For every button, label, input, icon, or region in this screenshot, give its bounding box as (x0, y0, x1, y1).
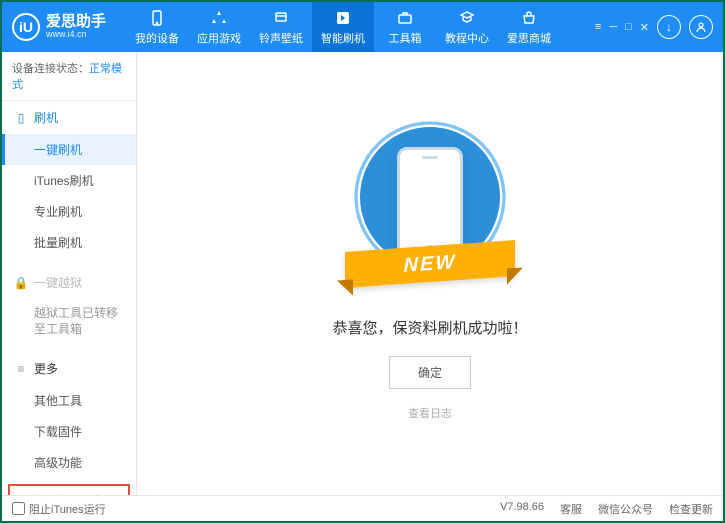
sidebar-item-oneclick-flash[interactable]: 一键刷机 (2, 134, 136, 165)
sidebar-section-flash[interactable]: ▯ 刷机 (2, 101, 136, 134)
connection-status: 设备连接状态：正常模式 (2, 52, 136, 101)
main-content: NEW 恭喜您，保资料刷机成功啦！ 确定 查看日志 (137, 52, 723, 495)
logo-icon: iU (12, 13, 40, 41)
toolbox-icon (396, 9, 414, 27)
nav-flash[interactable]: 智能刷机 (312, 2, 374, 52)
nav-toolbox[interactable]: 工具箱 (374, 2, 436, 52)
tutorial-icon (458, 9, 476, 27)
lock-icon: 🔒 (14, 276, 28, 290)
download-button[interactable]: ↓ (657, 15, 681, 39)
sidebar-jailbreak-note: 越狱工具已转移至工具箱 (2, 299, 136, 344)
new-ribbon: NEW (345, 240, 515, 288)
phone-icon: ▯ (14, 111, 28, 125)
sidebar-item-batch-flash[interactable]: 批量刷机 (2, 227, 136, 258)
version-label: V7.98.66 (500, 501, 544, 517)
success-illustration: NEW (355, 127, 505, 297)
activation-options: 自动激活 跳过向导 (8, 484, 130, 495)
titlebar: iU 爱思助手 www.i4.cn 我的设备 应用游戏 铃声壁纸 智能刷机 工具… (2, 2, 723, 52)
ringtone-icon (272, 9, 290, 27)
flash-icon (334, 9, 352, 27)
app-window: iU 爱思助手 www.i4.cn 我的设备 应用游戏 铃声壁纸 智能刷机 工具… (0, 0, 725, 523)
wechat-link[interactable]: 微信公众号 (598, 501, 653, 517)
store-icon (520, 9, 538, 27)
nav-ringtone[interactable]: 铃声壁纸 (250, 2, 312, 52)
window-controls: ≡ ─ □ ✕ (595, 21, 649, 34)
sidebar: 设备连接状态：正常模式 ▯ 刷机 一键刷机 iTunes刷机 专业刷机 批量刷机… (2, 52, 137, 495)
check-update-link[interactable]: 检查更新 (669, 501, 713, 517)
maximize-icon[interactable]: □ (625, 21, 632, 34)
app-url: www.i4.cn (46, 30, 106, 40)
sidebar-item-itunes-flash[interactable]: iTunes刷机 (2, 165, 136, 196)
phone-icon (148, 9, 166, 27)
logo: iU 爱思助手 www.i4.cn (12, 13, 106, 41)
user-button[interactable] (689, 15, 713, 39)
top-nav: 我的设备 应用游戏 铃声壁纸 智能刷机 工具箱 教程中心 爱思商城 (126, 2, 560, 52)
statusbar: 阻止iTunes运行 V7.98.66 客服 微信公众号 检查更新 (2, 495, 723, 521)
sidebar-section-more[interactable]: ≡ 更多 (2, 352, 136, 385)
success-message: 恭喜您，保资料刷机成功啦！ (332, 317, 527, 338)
sidebar-item-other-tools[interactable]: 其他工具 (2, 385, 136, 416)
sidebar-item-pro-flash[interactable]: 专业刷机 (2, 196, 136, 227)
ok-button[interactable]: 确定 (389, 356, 471, 389)
apps-icon (210, 9, 228, 27)
sidebar-item-advanced[interactable]: 高级功能 (2, 447, 136, 478)
app-name: 爱思助手 (46, 14, 106, 31)
menu-icon[interactable]: ≡ (595, 21, 601, 34)
sidebar-section-jailbreak[interactable]: 🔒 一键越狱 (2, 266, 136, 299)
sidebar-item-download-fw[interactable]: 下载固件 (2, 416, 136, 447)
more-icon: ≡ (14, 362, 28, 376)
block-itunes-checkbox[interactable]: 阻止iTunes运行 (12, 501, 106, 517)
view-log-link[interactable]: 查看日志 (408, 405, 452, 421)
close-icon[interactable]: ✕ (640, 21, 649, 34)
nav-tutorial[interactable]: 教程中心 (436, 2, 498, 52)
nav-apps[interactable]: 应用游戏 (188, 2, 250, 52)
nav-my-device[interactable]: 我的设备 (126, 2, 188, 52)
nav-store[interactable]: 爱思商城 (498, 2, 560, 52)
customer-service-link[interactable]: 客服 (560, 501, 582, 517)
minimize-icon[interactable]: ─ (609, 21, 617, 34)
